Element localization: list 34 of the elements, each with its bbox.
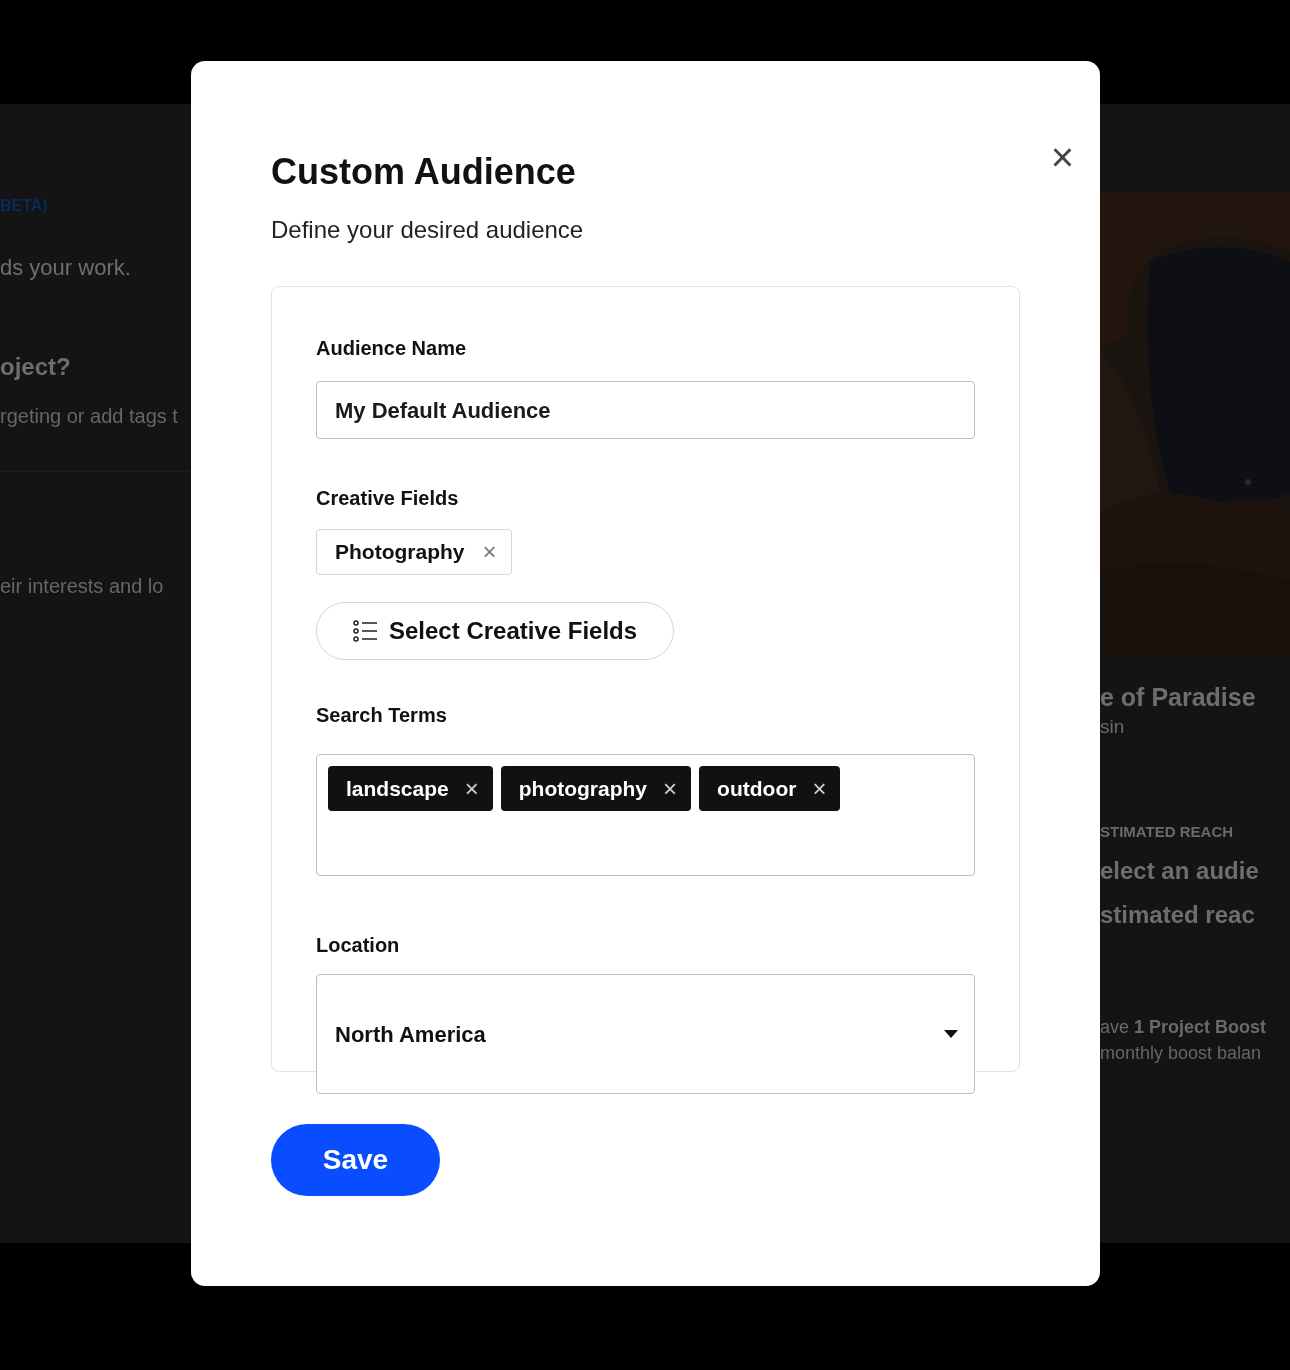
tags-input[interactable]: landscape × photography × outdoor × <box>316 754 975 876</box>
field-label: Search Terms <box>316 703 448 728</box>
modal-subtitle: Define your desired audience <box>271 215 585 245</box>
input-field[interactable]: My Default Audience <box>316 381 975 439</box>
remove-button[interactable]: × <box>663 776 678 801</box>
location-select[interactable]: North America <box>316 974 975 1094</box>
modal-title: Custom Audience <box>271 150 577 194</box>
background-text: BETA) <box>0 196 49 216</box>
background-text: STIMATED REACH <box>1100 823 1235 842</box>
close-button[interactable]: × <box>1050 137 1074 177</box>
background-text: ave 1 Project Boost <box>1100 1015 1268 1039</box>
background-text: sin <box>1100 715 1126 739</box>
save-button[interactable]: Save <box>271 1124 440 1196</box>
remove-button[interactable]: × <box>812 776 827 801</box>
tag-label: outdoor <box>717 775 797 802</box>
background-text: e of Paradise <box>1100 682 1257 713</box>
background-text: stimated reac <box>1100 899 1256 930</box>
select-value: North America <box>335 1020 486 1049</box>
background-text: rgeting or add tags t <box>0 403 179 429</box>
list-icon <box>353 620 377 642</box>
remove-button[interactable]: × <box>464 776 479 801</box>
field-label: Creative Fields <box>316 486 460 511</box>
field-label: Audience Name <box>316 336 468 361</box>
background-text: elect an audie <box>1100 855 1260 886</box>
dropdown-icon <box>944 1030 958 1038</box>
tag-label: photography <box>518 775 648 802</box>
chip-label: Photography <box>335 539 465 566</box>
background-text: oject? <box>0 351 72 382</box>
remove-button[interactable]: × <box>482 540 497 564</box>
background-text: ds your work. <box>0 254 132 282</box>
background-text: monthly boost balan <box>1100 1042 1263 1065</box>
tag-label: landscape <box>346 775 449 802</box>
field-label: Location <box>316 933 401 958</box>
background-text: eir interests and lo <box>0 573 165 599</box>
